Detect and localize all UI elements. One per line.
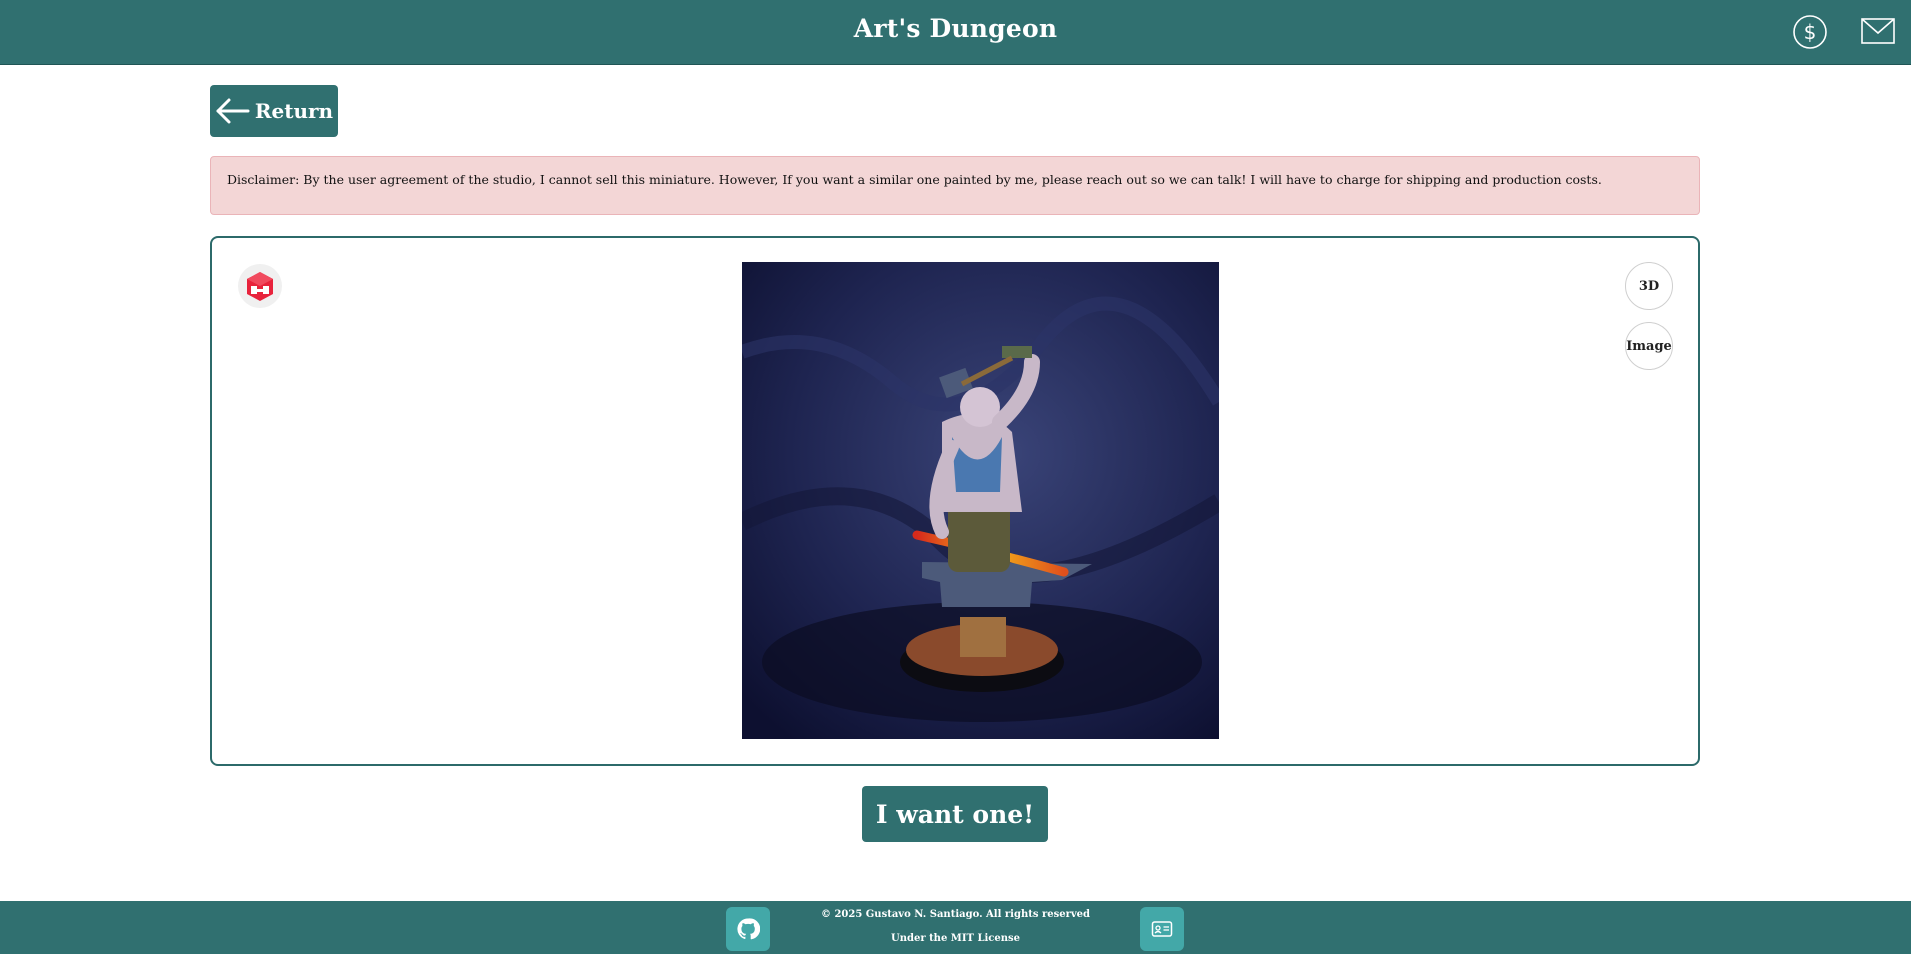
site-header: Art's Dungeon $ [0,0,1911,65]
toggle-image-button[interactable]: Image [1625,322,1673,370]
model-viewer: 3D Image [210,236,1700,766]
disclaimer-alert: Disclaimer: By the user agreement of the… [210,156,1700,215]
contact-card-icon[interactable] [1140,907,1184,951]
ar-cube-icon[interactable] [238,264,282,308]
dollar-icon[interactable]: $ [1790,12,1830,52]
return-button[interactable]: Return [210,85,338,137]
toggle-image-label: Image [1626,338,1672,354]
return-label: Return [254,99,334,123]
i-want-one-button[interactable]: I want one! [862,786,1048,842]
miniature-image [742,262,1219,739]
footer-license: Under the MIT License [890,933,1021,944]
arrow-left-icon [216,98,250,124]
toggle-3d-label: 3D [1638,278,1660,294]
mail-icon[interactable] [1858,12,1898,52]
cta-label: I want one! [875,799,1035,829]
site-footer: © 2025 Gustavo N. Santiago. All rights r… [0,901,1911,954]
site-title: Art's Dungeon [853,14,1058,43]
footer-copyright: © 2025 Gustavo N. Santiago. All rights r… [820,909,1091,920]
disclaimer-text: Disclaimer: By the user agreement of the… [227,172,1602,187]
svg-text:$: $ [1804,20,1817,44]
toggle-3d-button[interactable]: 3D [1625,262,1673,310]
